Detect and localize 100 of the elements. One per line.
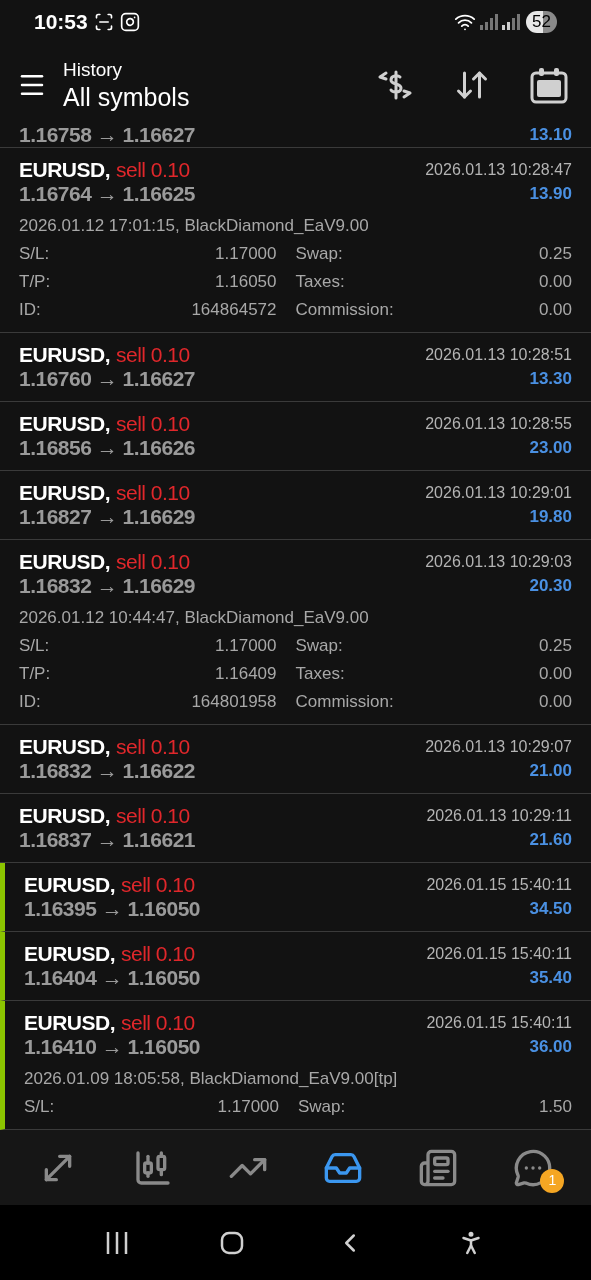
camera-icon (119, 12, 140, 32)
close-time: 2026.01.13 10:29:01 (425, 483, 572, 503)
price-change: 1.16410 → 1.16050 (24, 1035, 200, 1059)
recent-apps-icon[interactable] (105, 1230, 130, 1255)
deal-side: sell 0.10 (116, 481, 190, 505)
detail-label: Swap: (295, 635, 343, 657)
deal-side: sell 0.10 (116, 412, 190, 436)
deal-row[interactable]: EURUSD, sell 0.10 2026.01.15 15:40:11 1.16404 → 1.16050 35.40 (0, 932, 591, 1001)
detail-value: 1.17000 (217, 1096, 279, 1118)
deal-side: sell 0.10 (116, 735, 190, 759)
deal-side: sell 0.10 (121, 942, 195, 966)
detail-value: 1.17000 (215, 243, 277, 265)
deal-row[interactable]: EURUSD, sell 0.10 2026.01.13 10:29:03 1.16832 → 1.16629 20.30 2026.01.12 10:44:47, BlackDiamond_EaV9.00 S/L: 1.17000 Swap: 0.25 T/P: 1.16409 Taxes: 0.00 ID: 164801958 Commission: 0.00 (0, 540, 591, 725)
close-time: 2026.01.15 15:40:11 (426, 875, 572, 895)
price-change: 1.16832 → 1.16622 (19, 759, 195, 783)
home-icon[interactable] (220, 1230, 245, 1255)
detail-value: 0.00 (538, 299, 572, 321)
detail-label: S/L: (19, 243, 50, 265)
clock: 10:53 (34, 9, 88, 36)
deal-side: sell 0.10 (116, 550, 190, 574)
deal-row[interactable]: EURUSD, sell 0.10 2026.01.13 10:28:55 1.16856 → 1.16626 23.00 (0, 402, 591, 471)
detail-value: 0.25 (538, 635, 572, 657)
detail-value: 0.25 (538, 243, 572, 265)
profit: 13.30 (529, 368, 572, 390)
profit: 20.30 (529, 575, 572, 597)
notification-badge: 1 (540, 1168, 565, 1193)
comment: 2026.01.12 10:44:47, BlackDiamond_EaV9.00 (19, 607, 370, 629)
profit: 35.40 (529, 967, 572, 989)
price-change: 1.16837 → 1.16621 (19, 828, 195, 852)
symbol: EURUSD, (19, 343, 110, 367)
profit: 23.00 (529, 437, 572, 459)
detail-label: S/L: (19, 635, 50, 657)
detail-label: Swap: (295, 243, 343, 265)
detail-label: Taxes: (295, 271, 345, 293)
profit: 13.10 (529, 125, 572, 146)
newspaper-icon[interactable] (418, 1147, 459, 1188)
deal-row[interactable]: EURUSD, sell 0.10 2026.01.13 10:29:11 1.16837 → 1.16621 21.60 (0, 794, 591, 863)
detail-label: Swap: (298, 1096, 346, 1118)
profit: 13.90 (529, 183, 572, 205)
close-time: 2026.01.13 10:28:55 (425, 414, 572, 434)
detail-label: Taxes: (295, 663, 345, 685)
close-time: 2026.01.13 10:29:03 (425, 552, 572, 572)
deal-side: sell 0.10 (121, 873, 195, 897)
symbol: EURUSD, (19, 550, 110, 574)
detail-label: S/L: (24, 1096, 55, 1118)
detail-value: 1.50 (538, 1096, 572, 1118)
comment: 2026.01.12 17:01:15, BlackDiamond_EaV9.00 (19, 215, 370, 237)
detail-label: ID: (19, 299, 41, 321)
deal-row[interactable]: EURUSD, sell 0.10 2026.01.13 10:29:07 1.16832 → 1.16622 21.00 (0, 725, 591, 794)
header-title: History (63, 57, 124, 82)
price-change: 1.16856 → 1.16626 (19, 436, 195, 460)
price-change: 1.16760 → 1.16627 (19, 367, 195, 391)
close-time: 2026.01.13 10:29:11 (426, 806, 572, 826)
signal-icon (480, 14, 499, 30)
symbol: EURUSD, (24, 873, 115, 897)
detail-label: T/P: (19, 663, 51, 685)
header-subtitle[interactable]: All symbols (63, 81, 190, 112)
price-change: 1.16758 → 1.16627 (19, 125, 195, 147)
price-change: 1.16764 → 1.16625 (19, 182, 195, 206)
detail-label: Commission: (295, 299, 394, 321)
symbol: EURUSD, (19, 735, 110, 759)
detail-value: 0.00 (538, 663, 572, 685)
price-change: 1.16827 → 1.16629 (19, 505, 195, 529)
battery: 52 (526, 11, 557, 33)
calendar-icon[interactable] (530, 65, 568, 104)
detail-value: 164864572 (191, 299, 277, 321)
detail-value: 1.16050 (215, 271, 277, 293)
comment: 2026.01.09 18:05:58, BlackDiamond_EaV9.00[tp] (24, 1068, 399, 1090)
deal-side: sell 0.10 (121, 1011, 195, 1035)
profit: 34.50 (529, 898, 572, 920)
close-time: 2026.01.15 15:40:11 (426, 944, 572, 964)
close-time: 2026.01.13 10:28:47 (425, 160, 572, 180)
deal-row[interactable]: EURUSD, sell 0.10 2026.01.13 10:28:51 1.16760 → 1.16627 13.30 (0, 333, 591, 402)
symbol: EURUSD, (19, 804, 110, 828)
detail-value: 0.00 (538, 691, 572, 713)
detail-value: 0.00 (538, 271, 572, 293)
detail-label: Commission: (295, 691, 394, 713)
close-time: 2026.01.13 10:28:51 (425, 345, 572, 365)
profit: 19.80 (529, 506, 572, 528)
symbol: EURUSD, (19, 412, 110, 436)
detail-label: ID: (19, 691, 41, 713)
detail-value: 164801958 (191, 691, 277, 713)
deal-side: sell 0.10 (116, 804, 190, 828)
signal-icon (502, 14, 521, 30)
symbol: EURUSD, (19, 158, 110, 182)
detail-label: T/P: (19, 271, 51, 293)
detail-value: 1.17000 (215, 635, 277, 657)
detail-value: 1.16409 (215, 663, 277, 685)
close-time: 2026.01.13 10:29:07 (425, 737, 572, 757)
deal-side: sell 0.10 (116, 343, 190, 367)
price-change: 1.16404 → 1.16050 (24, 966, 200, 990)
deal-row[interactable]: EURUSD, sell 0.10 2026.01.13 10:28:47 1.16764 → 1.16625 13.90 2026.01.12 17:01:15, BlackDiamond_EaV9.00 S/L: 1.17000 Swap: 0.25 T/P: 1.16050 Taxes: 0.00 ID: 164864572 Commission: 0.00 (0, 148, 591, 333)
price-change: 1.16395 → 1.16050 (24, 897, 200, 921)
symbol: EURUSD, (24, 1011, 115, 1035)
symbol: EURUSD, (19, 481, 110, 505)
deal-row[interactable]: EURUSD, sell 0.10 2026.01.15 15:40:11 1.16395 → 1.16050 34.50 (0, 863, 591, 932)
chat-icon[interactable] (513, 1147, 554, 1188)
deal-row[interactable]: EURUSD, sell 0.10 2026.01.13 10:29:01 1.16827 → 1.16629 19.80 (0, 471, 591, 540)
screenshot-icon (93, 12, 114, 32)
deal-row[interactable]: 1.16758 → 1.16627 13.10 (0, 125, 591, 148)
